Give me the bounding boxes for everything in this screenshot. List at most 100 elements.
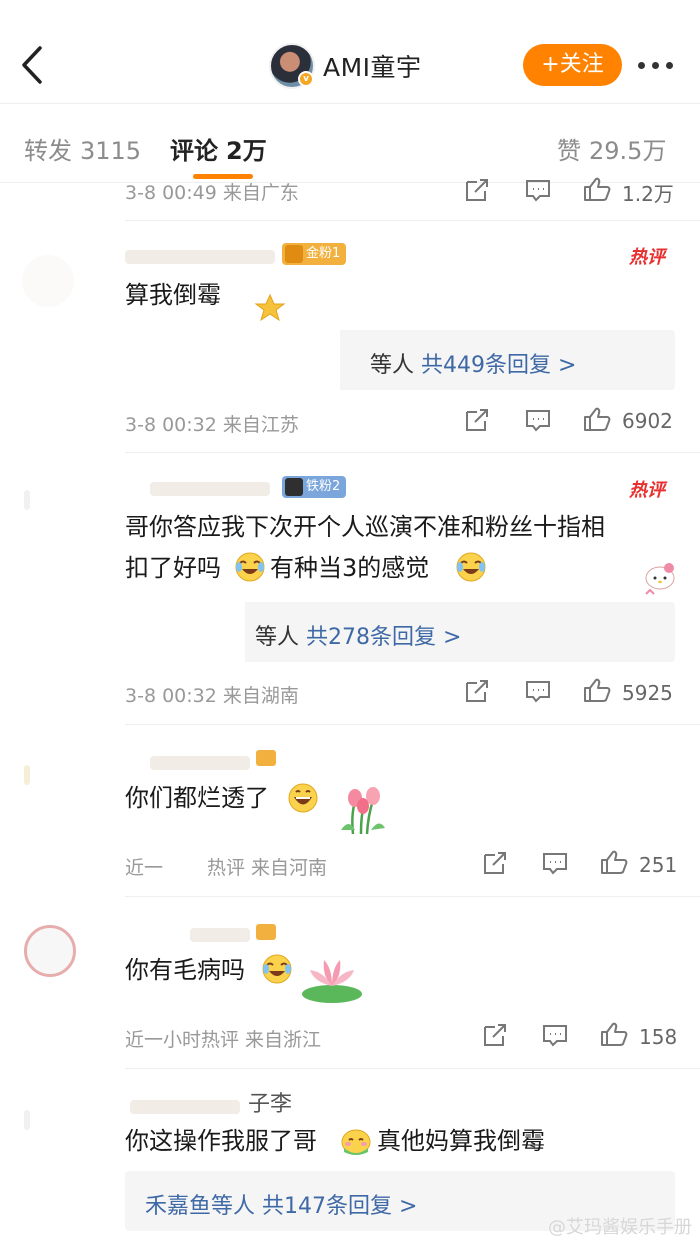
tab-likes-label: 赞 (557, 137, 581, 165)
more-dot-icon (666, 62, 673, 69)
commenter-avatar[interactable] (24, 1110, 30, 1130)
comment-meta: 3-8 00:49 来自广东 (125, 182, 299, 204)
share-button[interactable] (463, 178, 491, 206)
comment-text-line1: 哥你答应我下次开个人巡演不准和粉丝十指相 (125, 513, 605, 541)
follow-button[interactable]: +关注 (523, 44, 622, 86)
comment-button[interactable] (524, 178, 552, 206)
more-options-button[interactable] (634, 50, 678, 80)
reply-preview[interactable]: 等人 共278条回复 > (125, 602, 675, 662)
tab-bar: 转发 3115 评论 2万 赞 29.5万 (0, 105, 700, 183)
laugh-cry-emoji-icon (235, 552, 265, 582)
username[interactable]: AMI童宇 (323, 48, 422, 84)
thumbs-up-icon (601, 850, 628, 874)
tab-likes-count: 29.5万 (589, 137, 667, 165)
divider (125, 896, 700, 897)
thumbs-up-icon (584, 177, 611, 201)
comment-meta-source: 热评 来自河南 (207, 857, 328, 879)
fan-level-badge-icon (256, 750, 276, 766)
reply-preview[interactable]: 等人 共449条回复 > (125, 330, 675, 390)
share-button[interactable] (481, 851, 509, 879)
blur-overlay (15, 915, 105, 995)
tab-comments-count: 2万 (226, 137, 267, 165)
like-button[interactable] (599, 1021, 629, 1051)
comment-icon (526, 681, 550, 703)
divider (125, 1068, 700, 1069)
comment-button[interactable] (541, 851, 569, 879)
divider (125, 724, 700, 725)
laugh-cry-emoji-icon (456, 552, 486, 582)
share-icon (466, 179, 488, 201)
like-button[interactable] (582, 406, 612, 436)
redacted-replier-names (125, 330, 340, 390)
divider (125, 220, 700, 221)
tab-likes[interactable]: 赞 29.5万 (557, 131, 666, 166)
comment-icon (526, 180, 550, 202)
redacted-username (150, 756, 250, 770)
tab-repost[interactable]: 转发 3115 (24, 131, 141, 166)
back-button[interactable] (14, 40, 54, 90)
more-dot-icon (638, 62, 645, 69)
comment-button[interactable] (541, 1023, 569, 1051)
thumbs-up-icon (584, 678, 611, 702)
laugh-cry-emoji-icon (262, 954, 292, 984)
fan-badge-label: 金粉1 (306, 246, 341, 261)
reply-names[interactable]: 禾嘉鱼等人 (145, 1194, 255, 1219)
redacted-username (190, 928, 250, 942)
fan-level-badge-icon (256, 924, 276, 940)
share-icon (466, 680, 488, 702)
tab-comments[interactable]: 评论 2万 (170, 131, 267, 166)
view-replies-link[interactable]: 共147条回复 > (262, 1194, 417, 1219)
reply-names: 等人 (370, 353, 415, 378)
thumbs-up-icon (601, 1022, 628, 1046)
fan-badge: 铁粉2 (282, 476, 347, 498)
redacted-username (125, 250, 275, 264)
share-button[interactable] (463, 408, 491, 436)
like-count: 251 (639, 853, 678, 877)
commenter-avatar[interactable] (24, 765, 30, 785)
comment-icon (526, 410, 550, 432)
share-button[interactable] (481, 1023, 509, 1051)
share-icon (484, 852, 506, 874)
comment-button[interactable] (524, 408, 552, 436)
comment-icon (543, 853, 567, 875)
share-icon (484, 1024, 506, 1046)
comment-meta: 3-8 00:32 来自湖南 (125, 685, 299, 707)
comment-meta: 3-8 00:32 来自江苏 (125, 414, 299, 436)
like-button[interactable] (599, 849, 629, 879)
top-bar: v AMI童宇 +关注 (0, 0, 700, 104)
view-replies-link[interactable]: 共449条回复 > (421, 353, 576, 378)
comment-icon (543, 1025, 567, 1047)
redacted-replier-names (125, 602, 245, 662)
watermark: @艾玛酱娱乐手册 (548, 1217, 692, 1238)
comment-button[interactable] (524, 679, 552, 707)
thumbs-up-icon (584, 407, 611, 431)
tab-comments-label: 评论 (170, 137, 218, 165)
tulips-sticker-icon (341, 787, 385, 835)
redacted-username (150, 482, 270, 496)
hot-comment-tag: 热评 (629, 480, 665, 501)
blur-overlay (10, 240, 110, 340)
chevron-left-icon (22, 46, 42, 84)
like-button[interactable] (582, 176, 612, 206)
share-icon (466, 409, 488, 431)
share-button[interactable] (463, 679, 491, 707)
comment-text-line2a: 扣了好吗 (125, 554, 221, 582)
comment-meta: 近一小时热评 来自浙江 (125, 1029, 322, 1051)
hot-comment-tag: 热评 (629, 247, 665, 268)
reply-names: 等人 (255, 625, 300, 650)
comment-meta-time: 近一 (125, 857, 164, 879)
like-button[interactable] (582, 677, 612, 707)
like-count: 158 (639, 1025, 678, 1049)
comment-text-part2: 真他妈算我倒霉 (377, 1127, 545, 1155)
verified-badge-icon: v (298, 71, 314, 87)
crown-icon (285, 245, 303, 263)
like-count: 1.2万 (622, 182, 674, 206)
peach-face-emoji-icon (341, 1129, 371, 1155)
view-replies-link[interactable]: 共278条回复 > (306, 625, 461, 650)
comment-text: 算我倒霉 (125, 281, 221, 309)
commenter-avatar[interactable] (24, 490, 30, 510)
divider (125, 452, 700, 453)
fan-badge: 金粉1 (282, 243, 347, 265)
like-count: 5925 (622, 681, 673, 705)
fan-badge-label: 铁粉2 (306, 479, 341, 494)
